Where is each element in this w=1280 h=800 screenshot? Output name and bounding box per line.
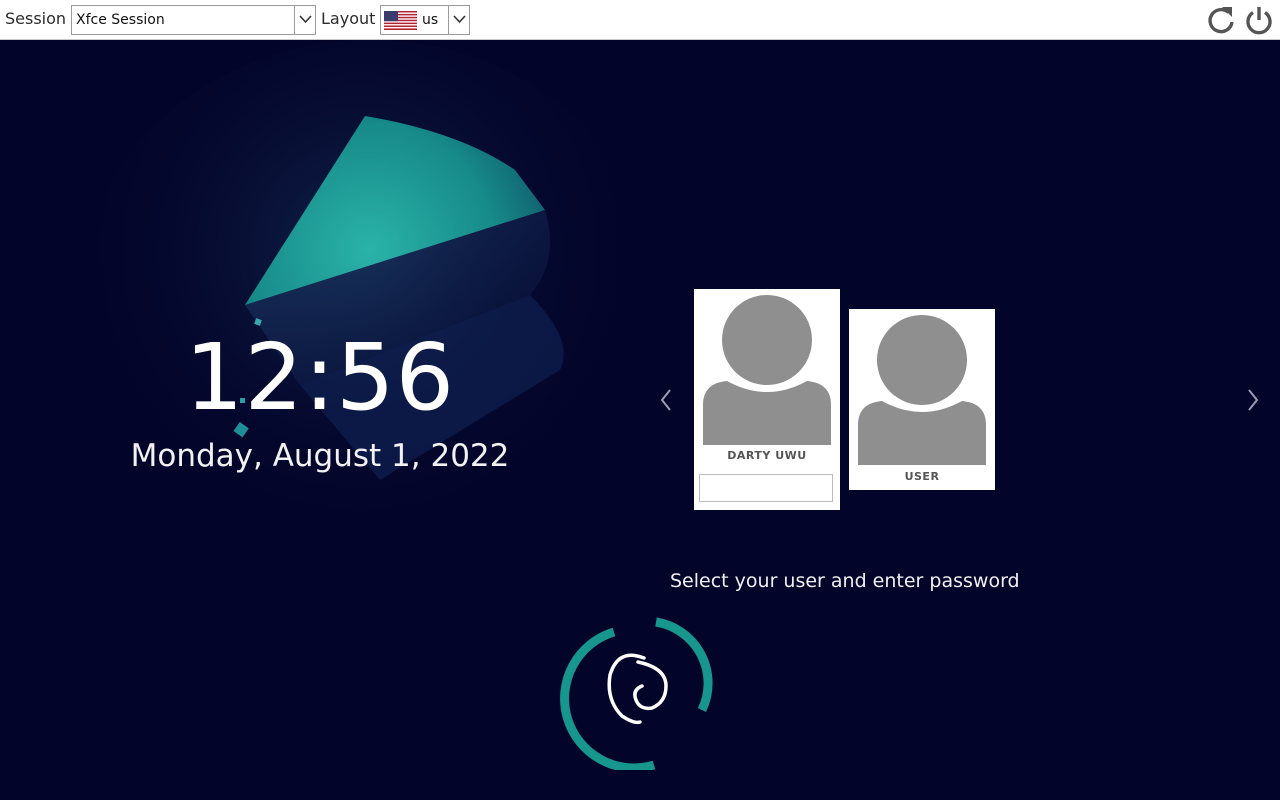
- chevron-left-icon[interactable]: [659, 388, 673, 412]
- debian-logo-icon: [560, 617, 713, 770]
- us-flag-icon: [384, 11, 417, 30]
- password-field[interactable]: [699, 474, 833, 502]
- clock-date: Monday, August 1, 2022: [130, 438, 510, 474]
- login-message: Select your user and enter password: [670, 570, 1020, 592]
- chevron-down-icon: [299, 15, 312, 24]
- top-panel: Session Xfce Session Layout us: [0, 0, 1280, 40]
- session-label: Session: [5, 9, 67, 28]
- user-card-user[interactable]: USER: [849, 309, 995, 490]
- layout-value: us: [422, 12, 439, 28]
- layout-dropdown-button[interactable]: [448, 6, 469, 34]
- user-name: USER: [904, 470, 940, 483]
- chevron-right-icon[interactable]: [1246, 388, 1260, 412]
- layout-label: Layout: [321, 9, 376, 28]
- session-select[interactable]: Xfce Session: [71, 5, 316, 35]
- chevron-down-icon: [453, 15, 466, 24]
- user-card-darty-uwu[interactable]: DARTY UWU: [694, 289, 840, 510]
- restart-icon[interactable]: [1206, 4, 1236, 36]
- session-value: Xfce Session: [76, 12, 165, 28]
- clock-time: 12:56: [184, 324, 456, 431]
- login-stage: 12:56 Monday, August 1, 2022 DARTY UWU U…: [0, 40, 1280, 800]
- user-avatar-icon: [858, 315, 986, 465]
- user-avatar-icon: [703, 295, 831, 445]
- layout-select[interactable]: us: [380, 5, 470, 35]
- user-name: DARTY UWU: [727, 449, 807, 462]
- session-dropdown-button[interactable]: [294, 6, 315, 34]
- power-icon[interactable]: [1244, 4, 1274, 36]
